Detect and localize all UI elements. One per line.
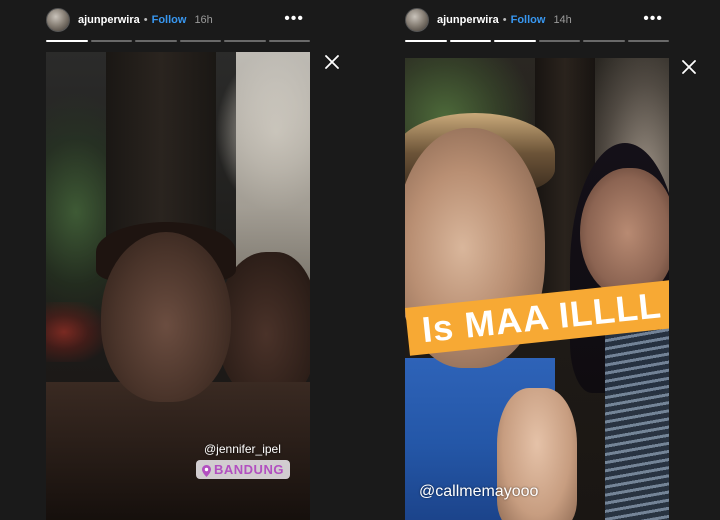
close-icon[interactable]: [682, 60, 696, 74]
progress-segment: [268, 40, 310, 42]
post-time: 16h: [194, 14, 213, 26]
photo-lights: [46, 302, 106, 362]
more-options-icon[interactable]: •••: [284, 10, 304, 28]
story-panel-1: ajunperwira • Follow 16h ••• @jennifer_i…: [46, 0, 310, 520]
location-sticker[interactable]: BANDUNG: [196, 460, 290, 479]
avatar[interactable]: [46, 8, 70, 32]
progress-segment: [538, 40, 580, 42]
more-options-icon[interactable]: •••: [643, 10, 663, 28]
story-progress-bar: [405, 40, 669, 42]
progress-segment: [224, 40, 266, 42]
story-progress-bar: [46, 40, 310, 42]
follow-button[interactable]: Follow: [152, 14, 187, 26]
photo-striped-shirt: [605, 318, 669, 520]
username[interactable]: ajunperwira: [78, 14, 140, 26]
progress-segment: [494, 40, 536, 42]
username[interactable]: ajunperwira: [437, 14, 499, 26]
mention-tag[interactable]: @jennifer_ipel: [204, 442, 281, 456]
story-panel-2: ajunperwira • Follow 14h ••• Is MAA ILLL…: [405, 0, 669, 520]
story-header: ajunperwira • Follow 16h •••: [46, 8, 310, 32]
separator-dot: •: [502, 14, 507, 26]
location-label: BANDUNG: [214, 462, 284, 477]
avatar[interactable]: [405, 8, 429, 32]
progress-segment: [627, 40, 669, 42]
post-time: 14h: [553, 14, 572, 26]
photo-person-2: [580, 168, 669, 298]
progress-segment: [179, 40, 221, 42]
story-media[interactable]: @jennifer_ipel BANDUNG: [46, 52, 310, 520]
progress-segment: [583, 40, 625, 42]
progress-segment: [90, 40, 132, 42]
progress-segment: [135, 40, 177, 42]
progress-segment: [449, 40, 491, 42]
stories-viewer: ajunperwira • Follow 16h ••• @jennifer_i…: [0, 0, 720, 520]
progress-segment: [405, 40, 447, 42]
photo-person-1: [101, 232, 231, 402]
location-pin-icon: [202, 464, 211, 477]
story-header: ajunperwira • Follow 14h •••: [405, 8, 669, 32]
close-icon[interactable]: [325, 55, 339, 69]
progress-segment: [46, 40, 88, 42]
story-media[interactable]: Is MAA ILLLL @callmemayooo: [405, 58, 669, 520]
mention-tag[interactable]: @callmemayooo: [419, 483, 538, 501]
follow-button[interactable]: Follow: [511, 14, 546, 26]
separator-dot: •: [143, 14, 148, 26]
